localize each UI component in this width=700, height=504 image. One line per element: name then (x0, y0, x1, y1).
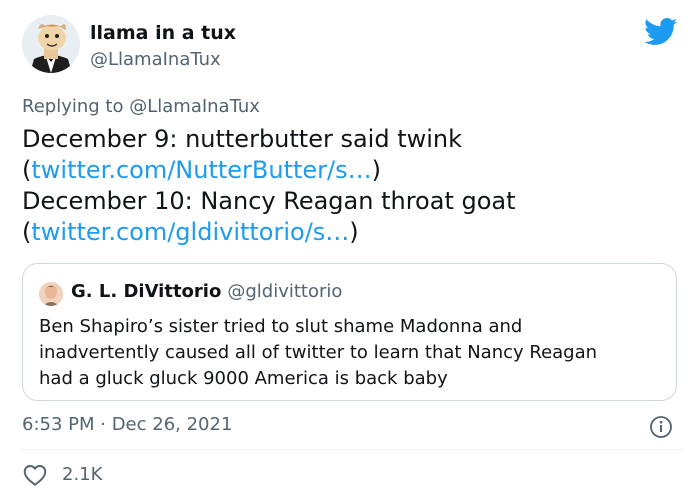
paren-close: ) (349, 218, 359, 246)
author-handle[interactable]: @LlamaInaTux (90, 49, 221, 70)
author-display-name[interactable]: llama in a tux (90, 22, 236, 44)
replying-to-mention[interactable]: @LlamaInaTux (129, 96, 260, 117)
tweet-line-4: (twitter.com/gldivittorio/s…) (22, 217, 682, 248)
tweet-timestamp[interactable]: 6:53 PM · Dec 26, 2021 (22, 414, 232, 435)
avatar[interactable] (22, 15, 80, 73)
tweet-line-2: (twitter.com/NutterButter/s…) (22, 155, 682, 186)
quoted-line-3: had a gluck gluck 9000 America is back b… (39, 368, 448, 389)
quoted-tweet[interactable]: G. L. DiVittorio @gldivittorio Ben Shapir… (22, 263, 677, 401)
quoted-line-1: Ben Shapiro’s sister tried to slut shame… (39, 316, 523, 337)
paren-open: ( (22, 218, 32, 246)
tweet-link-2[interactable]: twitter.com/gldivittorio/s… (31, 218, 349, 246)
tweet-card: llama in a tux @LlamaInaTux Replying to … (0, 0, 700, 504)
quoted-display-name[interactable]: G. L. DiVittorio (71, 281, 221, 302)
tweet-line-1: December 9: nutterbutter said twink (22, 125, 463, 153)
twitter-bird-icon[interactable] (644, 18, 678, 46)
paren-open: ( (22, 156, 32, 184)
person-avatar-icon (39, 282, 63, 306)
quoted-line-2: inadvertently caused all of twitter to l… (39, 342, 598, 363)
divider (22, 449, 682, 450)
like-count: 2.1K (62, 464, 103, 485)
quoted-avatar[interactable] (39, 282, 63, 306)
heart-icon[interactable] (22, 462, 48, 488)
info-icon[interactable] (649, 415, 673, 439)
quoted-text: Ben Shapiro’s sister tried to slut shame… (39, 314, 679, 392)
paren-close: ) (371, 156, 382, 184)
tweet-text: December 9: nutterbutter said twink (twi… (22, 124, 682, 248)
quoted-handle[interactable]: @gldivittorio (227, 281, 342, 302)
replying-to: Replying to @LlamaInaTux (22, 96, 260, 117)
llama-avatar-icon (22, 15, 80, 73)
replying-to-label: Replying to (22, 96, 124, 117)
quoted-author[interactable]: G. L. DiVittorio @gldivittorio (71, 281, 342, 302)
tweet-line-3: December 10: Nancy Reagan throat goat (22, 187, 516, 215)
tweet-link-1[interactable]: twitter.com/NutterButter/s… (31, 156, 371, 184)
